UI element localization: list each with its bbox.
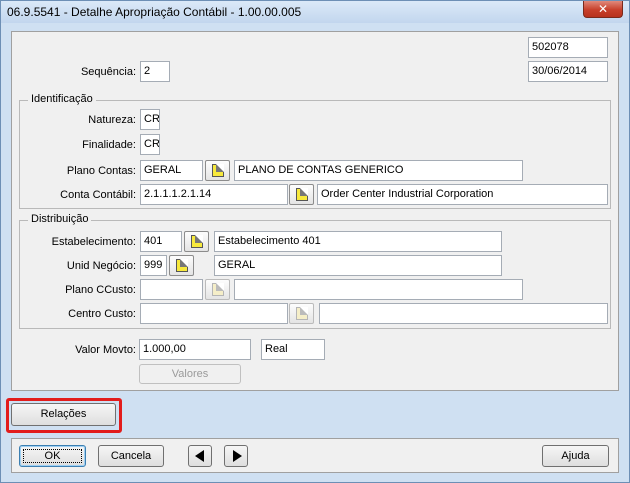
- date-field[interactable]: 30/06/2014: [528, 61, 608, 82]
- estabelecimento-label: Estabelecimento:: [51, 236, 136, 248]
- plano-contas-description: PLANO DE CONTAS GENERICO: [234, 160, 523, 181]
- valores-button[interactable]: Valores: [139, 364, 241, 384]
- document-icon: [212, 164, 224, 177]
- valor-movto-label: Valor Movto:: [75, 344, 136, 356]
- plano-ccusto-field[interactable]: [140, 279, 203, 300]
- title-bar[interactable]: 06.9.5541 - Detalhe Apropriação Contábil…: [1, 1, 629, 23]
- plano-contas-label: Plano Contas:: [66, 165, 136, 177]
- help-button[interactable]: Ajuda: [542, 445, 609, 467]
- focus-rectangle: [23, 449, 82, 463]
- ok-button[interactable]: OK: [19, 445, 86, 467]
- natureza-field[interactable]: CR: [140, 109, 160, 130]
- relacoes-button[interactable]: Relações: [11, 403, 116, 426]
- triangle-right-icon: [233, 450, 242, 462]
- next-record-button[interactable]: [224, 445, 248, 467]
- sequence-label: Sequência:: [80, 66, 136, 78]
- close-icon: ✕: [597, 2, 609, 16]
- document-number-field[interactable]: 502078: [528, 37, 608, 58]
- centro-custo-description: [319, 303, 608, 324]
- centro-custo-field[interactable]: [140, 303, 288, 324]
- document-icon: [212, 283, 224, 296]
- unid-negocio-label: Unid Negócio:: [66, 260, 136, 272]
- centro-custo-label: Centro Custo:: [68, 308, 136, 320]
- conta-contabil-field[interactable]: 2.1.1.1.2.1.14: [140, 184, 288, 205]
- previous-record-button[interactable]: [188, 445, 212, 467]
- finalidade-field[interactable]: CR: [140, 134, 160, 155]
- unid-negocio-description: GERAL: [214, 255, 502, 276]
- estabelecimento-zoom-button[interactable]: [184, 231, 209, 252]
- plano-ccusto-zoom-button[interactable]: [205, 279, 230, 300]
- distribuicao-title: Distribuição: [28, 213, 92, 225]
- natureza-label: Natureza:: [88, 114, 136, 126]
- estabelecimento-description: Estabelecimento 401: [214, 231, 502, 252]
- unid-negocio-zoom-button[interactable]: [169, 255, 194, 276]
- main-panel: 502078 Sequência: 2 30/06/2014 Identific…: [11, 31, 619, 391]
- bottom-button-bar: OK Cancela Ajuda: [11, 438, 619, 473]
- document-icon: [296, 188, 308, 201]
- plano-contas-zoom-button[interactable]: [205, 160, 230, 181]
- cancel-button[interactable]: Cancela: [98, 445, 164, 467]
- estabelecimento-field[interactable]: 401: [140, 231, 182, 252]
- document-icon: [191, 235, 203, 248]
- plano-ccusto-description: [234, 279, 523, 300]
- finalidade-label: Finalidade:: [82, 139, 136, 151]
- unid-negocio-field[interactable]: 999: [140, 255, 167, 276]
- window-title: 06.9.5541 - Detalhe Apropriação Contábil…: [7, 5, 302, 19]
- plano-ccusto-label: Plano CCusto:: [65, 284, 136, 296]
- close-button[interactable]: ✕: [583, 1, 623, 18]
- plano-contas-field[interactable]: GERAL: [140, 160, 203, 181]
- conta-contabil-label: Conta Contábil:: [60, 189, 136, 201]
- dialog-window: 06.9.5541 - Detalhe Apropriação Contábil…: [0, 0, 630, 483]
- document-icon: [176, 259, 188, 272]
- identificacao-title: Identificação: [28, 93, 96, 105]
- sequence-field[interactable]: 2: [140, 61, 170, 82]
- triangle-left-icon: [195, 450, 204, 462]
- conta-contabil-zoom-button[interactable]: [289, 184, 314, 205]
- conta-contabil-description: Order Center Industrial Corporation: [317, 184, 608, 205]
- valor-movto-field[interactable]: 1.000,00: [139, 339, 251, 360]
- document-icon: [296, 307, 308, 320]
- currency-field: Real: [261, 339, 325, 360]
- centro-custo-zoom-button[interactable]: [289, 303, 314, 324]
